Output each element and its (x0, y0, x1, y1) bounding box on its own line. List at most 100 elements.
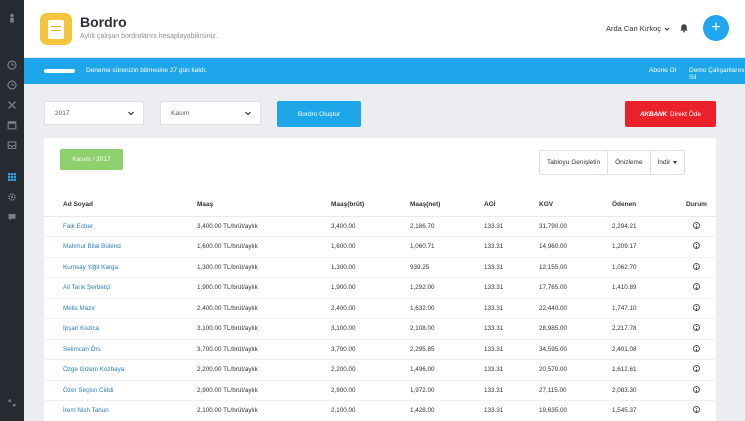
column-header[interactable]: Maaş (197, 193, 331, 217)
kgv-cell: 28,985.00 (539, 318, 612, 340)
paid-cell: 1,747.10 (612, 298, 686, 319)
employee-name-link[interactable]: Özge Gizem Kozbaya (44, 359, 197, 381)
column-header[interactable]: Maaş(net) (410, 193, 484, 217)
agi-cell: 133.31 (484, 257, 539, 278)
gross-salary-cell: 2,100.00 (331, 400, 410, 421)
page-subtitle: Aylık çalışan bordrolarını hesaplayabili… (80, 33, 218, 40)
expand-table-button[interactable]: Tabloyu Genişletin (540, 151, 609, 174)
status-cell (686, 257, 716, 278)
gross-salary-cell: 1,600.00 (331, 236, 410, 258)
table-row: Ali Tarık Şerbetçi 1,900.00 TL/brüt/aylık… (44, 277, 716, 299)
year-select[interactable]: 2017 (44, 101, 144, 125)
gross-salary-cell: 2,900.00 (331, 380, 410, 401)
status-cell (686, 298, 716, 319)
column-header[interactable]: AGİ (484, 193, 539, 217)
paid-cell: 2,294.21 (612, 216, 686, 237)
gross-salary-cell: 1,900.00 (331, 277, 410, 299)
agi-cell: 133.31 (484, 400, 539, 421)
table-row: Mahmut Bilal Bülend 1,600.00 TL/brüt/aylı… (44, 236, 716, 258)
table-row: Selimcan Örs 3,700.00 TL/brüt/aylık 3,700.… (44, 339, 716, 360)
table-row: Kumsay Yiğit Karga 1,300.00 TL/brüt/aylık… (44, 257, 716, 278)
agi-cell: 133.31 (484, 318, 539, 340)
gross-salary-cell: 2,400.00 (331, 298, 410, 319)
kgv-cell: 31,790.00 (539, 216, 612, 237)
month-select[interactable]: Kasım (160, 101, 261, 125)
employee-name-link[interactable]: Faik Ecber (44, 216, 197, 237)
net-salary-cell: 1,496.00 (410, 359, 484, 381)
employee-name-link[interactable]: İpşan Kozica (44, 318, 197, 340)
gear-icon[interactable] (6, 191, 18, 203)
trial-notice-bar: Deneme sürenizin bitmesine 27 gün kaldı.… (24, 58, 745, 84)
delete-demo-employees-link[interactable]: Demo Çalışanlarını Sil (689, 67, 745, 81)
agi-cell: 133.31 (484, 339, 539, 360)
employee-name-link[interactable]: Melis Mazır (44, 298, 197, 319)
chevron-down-icon (664, 27, 670, 31)
column-header[interactable]: Ödenen (612, 193, 686, 217)
page-header: Bordro Aylık çalışan bordrolarını hesapl… (24, 0, 745, 58)
info-icon[interactable] (693, 242, 700, 250)
tools-icon[interactable] (6, 99, 18, 111)
kgv-cell: 19,635.00 (539, 400, 612, 421)
chat-icon[interactable] (6, 211, 18, 223)
salary-cell: 2,200.00 TL/brüt/aylık (197, 359, 331, 381)
preview-button[interactable]: Önizleme (608, 151, 651, 174)
employee-name-link[interactable]: Özer Seçkin Ciddi (44, 380, 197, 401)
info-icon[interactable] (693, 221, 700, 229)
column-header[interactable]: Maaş(brüt) (331, 193, 410, 217)
clock-icon[interactable] (6, 59, 18, 71)
paid-cell: 1,410.89 (612, 277, 686, 299)
kgv-cell: 22,440.00 (539, 298, 612, 319)
add-button[interactable]: + (703, 15, 729, 41)
employee-name-link[interactable]: Ali Tarık Şerbetçi (44, 277, 197, 299)
salary-cell: 2,900.00 TL/brüt/aylık (197, 380, 331, 401)
column-header[interactable]: KGV (539, 193, 612, 217)
month-select-value: Kasım (171, 110, 190, 117)
create-payroll-button[interactable]: Bordro Oluştur (277, 101, 361, 127)
status-cell (686, 216, 716, 237)
agi-cell: 133.31 (484, 236, 539, 258)
status-cell (686, 400, 716, 421)
salary-cell: 1,900.00 TL/brüt/aylık (197, 277, 331, 299)
trial-notice-text: Deneme sürenizin bitmesine 27 gün kaldı. (86, 67, 208, 74)
page-title: Bordro (80, 14, 127, 30)
bell-icon[interactable] (679, 23, 689, 33)
inbox-icon[interactable] (6, 139, 18, 151)
grid-icon[interactable] (6, 171, 18, 183)
salary-cell: 2,100.00 TL/brüt/aylık (197, 400, 331, 421)
user-name: Arda Can Kırkoç (606, 24, 662, 33)
table-row: İrem Nish Tahun 2,100.00 TL/brüt/aylık 2,1… (44, 400, 716, 421)
info-icon[interactable] (693, 365, 700, 373)
table-actions: Tabloyu Genişletin Önizleme İndir (539, 150, 686, 175)
chevron-down-icon (245, 111, 251, 116)
info-icon[interactable] (693, 262, 700, 270)
year-select-value: 2017 (55, 110, 70, 117)
trial-progress-indicator (44, 69, 75, 73)
employee-name-link[interactable]: İrem Nish Tahun (44, 400, 197, 421)
plus-icon: + (711, 19, 721, 36)
kgv-cell: 27,115.00 (539, 380, 612, 401)
info-icon[interactable] (693, 303, 700, 311)
calendar-icon[interactable] (6, 119, 18, 131)
user-menu[interactable]: Arda Can Kırkoç (606, 24, 670, 33)
agi-cell: 133.31 (484, 359, 539, 381)
subscribe-link[interactable]: Abone Ol (649, 67, 676, 74)
salary-cell: 2,400.00 TL/brüt/aylık (197, 298, 331, 319)
column-header[interactable]: Ad Soyad (44, 193, 197, 217)
clock-icon[interactable] (6, 79, 18, 91)
download-dropdown[interactable]: İndir (651, 151, 685, 174)
info-icon[interactable] (693, 324, 700, 332)
expand-icon[interactable] (6, 397, 18, 409)
net-salary-cell: 2,295.85 (410, 339, 484, 360)
employee-name-link[interactable]: Mahmut Bilal Bülend (44, 236, 197, 258)
status-cell (686, 236, 716, 258)
net-salary-cell: 2,186.70 (410, 216, 484, 237)
info-icon[interactable] (693, 344, 700, 352)
akbank-direct-pay-button[interactable]: AKBANK Direkt Öde (625, 101, 716, 127)
column-header[interactable]: Durum (686, 193, 716, 217)
user-icon[interactable] (6, 12, 18, 24)
info-icon[interactable] (693, 406, 700, 414)
employee-name-link[interactable]: Selimcan Örs (44, 339, 197, 360)
employee-name-link[interactable]: Kumsay Yiğit Karga (44, 257, 197, 278)
info-icon[interactable] (693, 385, 700, 393)
info-icon[interactable] (693, 283, 700, 291)
